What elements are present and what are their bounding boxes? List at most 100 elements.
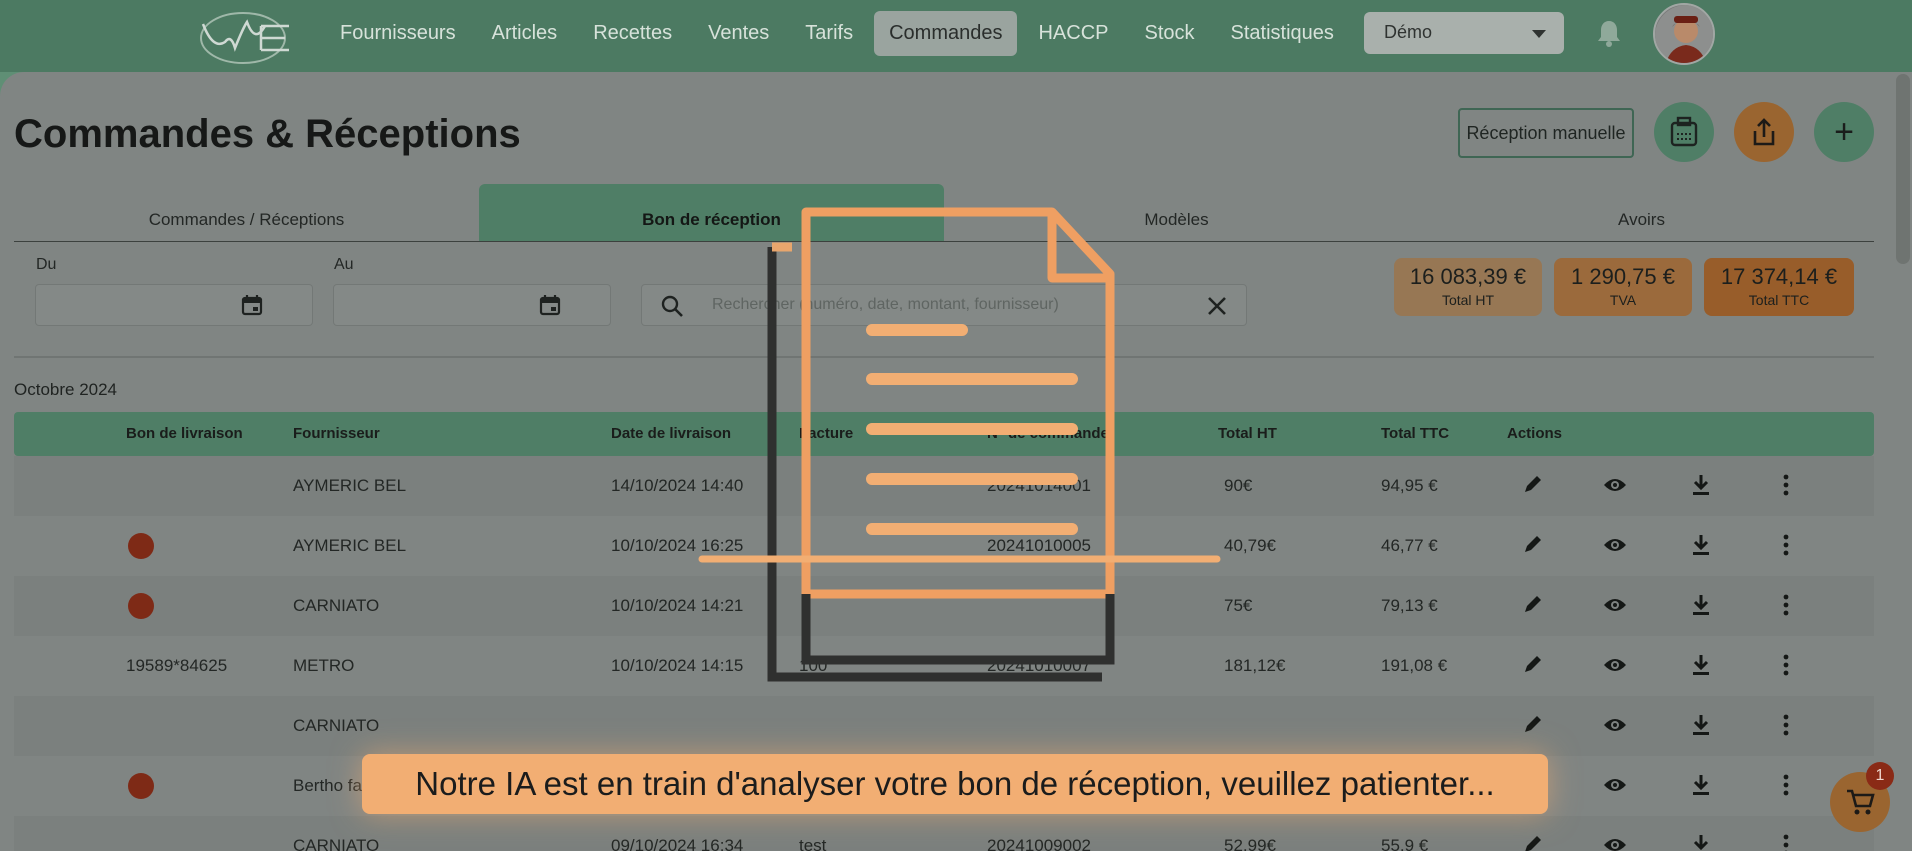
add-order-button[interactable]: + [1814,102,1874,162]
eye-icon[interactable] [1602,592,1628,618]
cell-order-number: 20241009002 [987,836,1092,851]
total-ttc-label: Total TTC [1748,292,1810,308]
total-ttc-value: 17 374,14 € [1720,264,1838,289]
cell-supplier: METRO [293,656,355,675]
table-row[interactable]: CARNIATO [14,696,1874,756]
nav-haccp[interactable]: HACCP [1023,11,1123,56]
download-icon[interactable] [1688,532,1714,558]
top-navigation-bar: Fournisseurs Articles Recettes Ventes Ta… [0,0,1912,72]
date-to-label: Au [334,256,354,273]
cart-count-badge: 1 [1866,762,1894,790]
page-title: Commandes & Réceptions [14,112,521,156]
cell-supplier: CARNIATO [293,596,380,615]
edit-icon[interactable] [1521,712,1547,738]
cell-total-ht: 52,99€ [1224,836,1276,851]
avatar[interactable] [1653,3,1715,65]
calendar-icon[interactable] [538,293,562,317]
plus-icon: + [1834,112,1854,151]
download-icon[interactable] [1688,652,1714,678]
edit-icon[interactable] [1521,592,1547,618]
total-ttc-card: 17 374,14 € Total TTC [1704,258,1854,316]
cell-supplier: CARNIATO [293,716,380,735]
nav-commandes[interactable]: Commandes [874,10,1018,56]
cell-total-ttc: 79,13 € [1381,596,1438,615]
main-menu: Fournisseurs Articles Recettes Ventes Ta… [325,8,1349,58]
more-vertical-icon[interactable] [1773,592,1799,618]
cell-supplier: CARNIATO [293,836,380,851]
account-select-value: Démo [1384,22,1433,42]
total-ht-value: 16 083,39 € [1409,264,1527,289]
cell-delivery-note: 19589*84625 [126,656,228,675]
chevron-down-icon [1532,30,1546,38]
scanner-icon [1670,116,1698,147]
header-supplier: Fournisseur [293,425,380,442]
manual-reception-button[interactable]: Réception manuelle [1458,108,1634,158]
eye-icon[interactable] [1602,652,1628,678]
calendar-icon[interactable] [240,293,264,317]
nav-stock[interactable]: Stock [1130,11,1210,56]
nav-articles[interactable]: Articles [477,11,573,56]
nav-recettes[interactable]: Recettes [578,11,687,56]
status-dot [128,533,154,559]
eye-icon[interactable] [1602,832,1628,851]
more-vertical-icon[interactable] [1773,772,1799,798]
date-from-label: Du [36,256,57,273]
cart-icon [1847,789,1875,815]
date-to-field[interactable] [333,284,611,326]
cell-supplier: AYMERIC BEL [293,536,407,555]
edit-icon[interactable] [1521,472,1547,498]
cell-total-ht: 181,12€ [1224,656,1286,675]
header-total-ttc: Total TTC [1381,425,1450,442]
eye-icon[interactable] [1602,712,1628,738]
download-icon[interactable] [1688,772,1714,798]
cell-supplier: AYMERIC BEL [293,476,407,495]
export-button[interactable] [1734,102,1794,162]
more-vertical-icon[interactable] [1773,712,1799,738]
header-actions: Actions [1507,425,1563,442]
ai-analysis-message: Notre IA est en train d'analyser votre b… [362,754,1548,814]
tab-commandes-receptions[interactable]: Commandes / Réceptions [14,184,479,241]
table-row[interactable]: CARNIATO 09/10/2024 16:34 test 20241009002 5… [14,816,1874,851]
edit-icon[interactable] [1521,532,1547,558]
month-heading: Octobre 2024 [14,380,118,399]
more-vertical-icon[interactable] [1773,832,1799,851]
download-icon[interactable] [1688,712,1714,738]
nav-fournisseurs[interactable]: Fournisseurs [325,11,471,56]
document-analysis-illustration [698,207,1221,682]
nav-statistiques[interactable]: Statistiques [1216,11,1349,56]
scrollbar[interactable] [1896,74,1910,264]
cell-total-ht: 90€ [1224,476,1253,495]
account-select[interactable]: Démo [1364,12,1564,54]
scan-document-button[interactable] [1654,102,1714,162]
more-vertical-icon[interactable] [1773,532,1799,558]
download-icon[interactable] [1688,832,1714,851]
bell-icon[interactable] [1596,18,1622,48]
cell-total-ttc: 191,08 € [1381,656,1448,675]
search-icon [661,295,683,317]
edit-icon[interactable] [1521,832,1547,851]
main-content: Commandes & Réceptions Réception manuell… [0,72,1912,851]
eye-icon[interactable] [1602,532,1628,558]
cell-total-ttc: 55,9 € [1381,836,1429,851]
header-delivery-note: Bon de livraison [126,425,243,442]
nav-ventes[interactable]: Ventes [693,11,784,56]
download-icon[interactable] [1688,472,1714,498]
share-icon [1753,118,1775,146]
status-dot [128,593,154,619]
more-vertical-icon[interactable] [1773,652,1799,678]
app-logo[interactable] [195,8,299,66]
more-vertical-icon[interactable] [1773,472,1799,498]
edit-icon[interactable] [1521,652,1547,678]
tva-label: TVA [1609,292,1637,308]
download-icon[interactable] [1688,592,1714,618]
nav-tarifs[interactable]: Tarifs [790,11,868,56]
total-ht-card: 16 083,39 € Total HT [1394,258,1542,316]
eye-icon[interactable] [1602,472,1628,498]
cell-total-ttc: 46,77 € [1381,536,1438,555]
tab-avoirs[interactable]: Avoirs [1409,184,1874,241]
cell-delivery-date: 09/10/2024 16:34 [611,836,744,851]
tva-value: 1 290,75 € [1571,264,1675,289]
status-dot [128,773,154,799]
eye-icon[interactable] [1602,772,1628,798]
date-from-field[interactable] [35,284,313,326]
